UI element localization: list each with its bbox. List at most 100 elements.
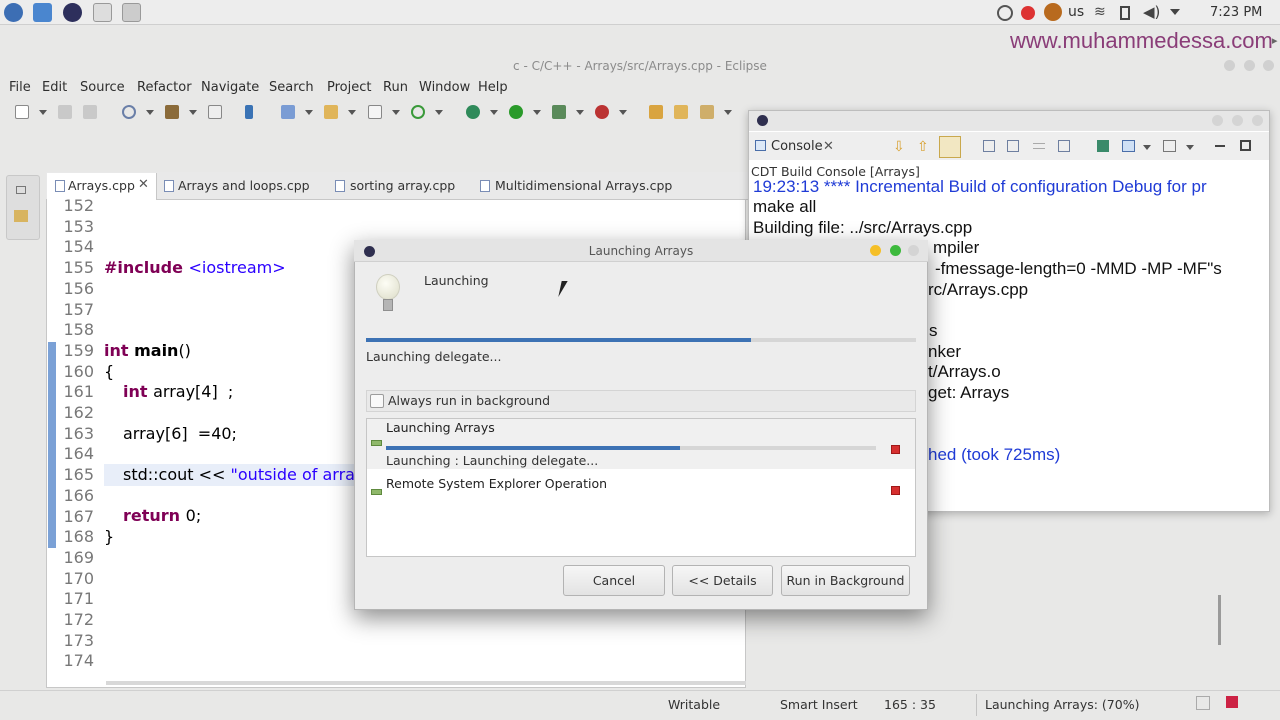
project-explorer-icon[interactable] [14,210,28,222]
system-menu-chevron-down-icon[interactable] [1170,9,1180,15]
coverage-chevron-down-icon[interactable] [576,110,584,115]
files-icon[interactable] [33,3,52,22]
menu-project[interactable]: Project [327,80,371,96]
close-button[interactable] [1263,60,1274,71]
console-tab[interactable]: Console [771,139,823,154]
code-line-165[interactable]: std::cout << "outside of arra [123,465,355,484]
image-viewer-icon[interactable] [122,3,141,22]
pin-icon[interactable] [245,105,253,119]
maximize-view-icon[interactable] [1240,140,1251,151]
close-tab-icon[interactable]: ✕ [138,177,149,192]
pin-console-icon[interactable] [1097,140,1109,152]
record-icon[interactable] [1021,6,1035,20]
code-line-155[interactable]: #include <iostream> [104,258,286,277]
restore-icon[interactable] [16,186,26,194]
code-line-168[interactable]: } [104,527,114,546]
code-line-160[interactable]: { [104,362,114,381]
refresh-chevron-down-icon[interactable] [435,110,443,115]
progress-status[interactable]: Launching Arrays: (70%) [985,697,1139,712]
eclipse-launcher-icon[interactable] [63,3,82,22]
external-tools-chevron-down-icon[interactable] [619,110,627,115]
open-console-icon[interactable] [1163,140,1176,152]
maximize-button[interactable] [1244,60,1255,71]
settings-chevron-down-icon[interactable] [146,110,154,115]
details-button[interactable]: << Details [672,565,773,596]
close-console-icon[interactable]: ✕ [823,139,834,154]
stop-job-icon[interactable] [891,445,900,454]
job-name[interactable]: Remote System Explorer Operation [386,476,607,491]
open-type-icon[interactable] [649,105,663,119]
menu-source[interactable]: Source [80,80,125,96]
minimize-button[interactable] [1224,60,1235,71]
new-folder-icon[interactable] [324,105,338,119]
menu-edit[interactable]: Edit [42,80,67,96]
build-all-icon[interactable] [208,105,222,119]
battery-icon[interactable] [1120,6,1130,20]
clear-console-icon[interactable] [1058,140,1070,152]
refresh-icon[interactable] [411,105,425,119]
menu-file[interactable]: File [9,80,31,96]
keyboard-layout[interactable]: us [1068,4,1084,20]
new-folder-chevron-down-icon[interactable] [348,110,356,115]
wifi-icon[interactable]: ≋ [1094,4,1106,20]
dialog-minimize-button[interactable] [870,245,881,256]
console-maximize-button[interactable] [1232,115,1243,126]
scroll-lock-icon[interactable] [939,136,961,158]
accessibility-icon[interactable] [997,5,1013,21]
menu-run[interactable]: Run [383,80,408,96]
display-console-chevron-down-icon[interactable] [1143,145,1151,150]
run-in-background-button[interactable]: Run in Background [781,565,910,596]
menu-navigate[interactable]: Navigate [201,80,259,96]
tab-arrays-and-loops[interactable]: Arrays and loops.cpp [178,178,310,193]
open-console-chevron-down-icon[interactable] [1186,145,1194,150]
settings-icon[interactable] [122,105,136,119]
dialog-close-button[interactable] [908,245,919,256]
display-console-icon[interactable] [1122,140,1135,152]
fedora-logo-icon[interactable] [4,3,23,22]
word-wrap-icon[interactable] [1033,143,1045,149]
console-close-button[interactable] [1252,115,1263,126]
edit-chevron-down-icon[interactable] [724,110,732,115]
new-chevron-down-icon[interactable] [39,110,47,115]
show-on-error-icon[interactable] [1007,140,1019,152]
cancel-button[interactable]: Cancel [563,565,665,596]
edit-pencil-icon[interactable] [700,105,714,119]
terminal-icon[interactable] [93,3,112,22]
stop-job-icon[interactable] [891,486,900,495]
code-line-167[interactable]: return 0; [123,506,201,525]
build-hammer-icon[interactable] [165,105,179,119]
clock[interactable]: 7:23 PM [1210,5,1262,20]
menu-help[interactable]: Help [478,80,508,96]
debug-chevron-down-icon[interactable] [490,110,498,115]
scroll-up-icon[interactable]: ⇧ [917,139,929,155]
always-background-label[interactable]: Always run in background [388,393,550,408]
code-line-163[interactable]: array[6] =40; [123,424,237,443]
debug-bug-icon[interactable] [466,105,480,119]
code-line-159[interactable]: int main() [104,341,191,360]
console-minimize-button[interactable] [1212,115,1223,126]
vertical-scrollbar-thumb[interactable] [1218,595,1221,645]
tab-multidimensional-arrays[interactable]: Multidimensional Arrays.cpp [495,178,672,193]
menu-window[interactable]: Window [419,80,470,96]
stop-progress-icon[interactable] [1226,696,1238,708]
show-on-output-icon[interactable] [983,140,995,152]
save-all-icon[interactable] [83,105,97,119]
menu-search[interactable]: Search [269,80,314,96]
horizontal-scrollbar[interactable] [106,681,746,685]
open-folder-icon[interactable] [674,105,688,119]
run-chevron-down-icon[interactable] [533,110,541,115]
new-file-chevron-down-icon[interactable] [392,110,400,115]
avatar[interactable] [1044,3,1062,21]
save-icon[interactable] [58,105,72,119]
minimize-view-icon[interactable] [1215,145,1225,147]
external-tools-icon[interactable] [595,105,609,119]
run-icon[interactable] [509,105,523,119]
new-file-icon[interactable] [368,105,382,119]
new-class-chevron-down-icon[interactable] [305,110,313,115]
menu-refactor[interactable]: Refactor [137,80,192,96]
coverage-icon[interactable] [552,105,566,119]
progress-view-icon[interactable] [1196,696,1210,710]
scroll-down-icon[interactable]: ⇩ [893,139,905,155]
build-chevron-down-icon[interactable] [189,110,197,115]
dialog-maximize-button[interactable] [890,245,901,256]
